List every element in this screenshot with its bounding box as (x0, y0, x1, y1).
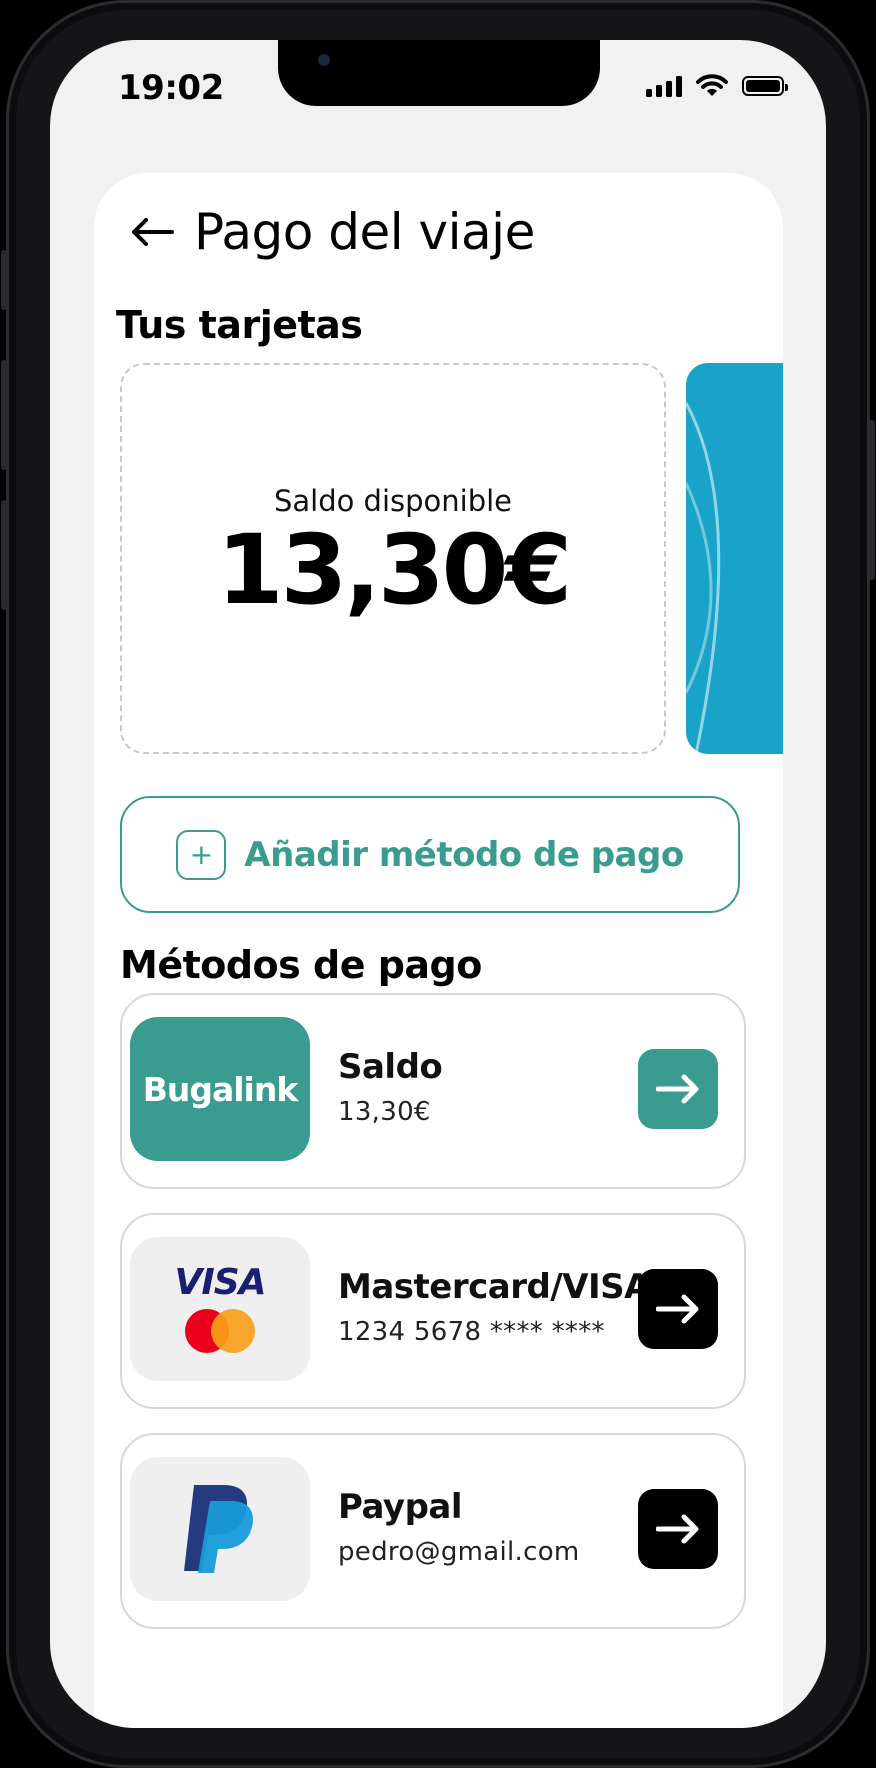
notch (278, 40, 600, 106)
bugalink-logo-text: Bugalink (142, 1069, 299, 1109)
visa-logo-text: VISA (174, 1262, 266, 1303)
method-detail: 1234 5678 **** **** (338, 1317, 605, 1347)
add-payment-method-button[interactable]: + Añadir método de pago (120, 796, 740, 913)
method-detail: 13,30€ (338, 1097, 431, 1127)
cards-section-title: Tus tarjetas (116, 303, 363, 347)
payment-method-saldo[interactable]: Bugalink Saldo 13,30€ (120, 993, 746, 1189)
payment-card: Pago del viaje Tus tarjetas Saldo dispon… (94, 173, 783, 1728)
method-detail: pedro@gmail.com (338, 1537, 580, 1567)
side-button-power (869, 420, 875, 580)
status-icons (646, 74, 788, 98)
side-button-volume-up (1, 360, 7, 470)
plus-icon: + (176, 829, 227, 880)
screen: 19:02 Pago del viaje Tus tarjetas Saldo … (50, 40, 826, 1728)
paypal-logo (130, 1457, 310, 1601)
status-time: 19:02 (118, 68, 224, 108)
methods-section-title: Métodos de pago (120, 943, 482, 987)
wifi-icon (696, 74, 728, 96)
header: Pago del viaje (128, 203, 535, 261)
next-card-peek[interactable] (686, 363, 783, 754)
card-pattern-icon (686, 402, 721, 754)
method-name: Saldo (338, 1047, 443, 1087)
method-name: Paypal (338, 1487, 463, 1527)
balance-amount: 13,30€ (216, 513, 572, 626)
back-arrow-icon[interactable] (128, 208, 176, 256)
method-name: Mastercard/VISA (338, 1267, 650, 1307)
page-title: Pago del viaje (194, 203, 535, 261)
add-payment-method-label: Añadir método de pago (244, 834, 684, 875)
payment-method-paypal[interactable]: Paypal pedro@gmail.com (120, 1433, 746, 1629)
signal-icon (646, 75, 682, 97)
bugalink-logo: Bugalink (130, 1017, 310, 1161)
side-button-mute (1, 250, 7, 310)
camera (318, 54, 330, 66)
mastercard-icon (185, 1309, 255, 1353)
arrow-right-icon[interactable] (638, 1489, 718, 1569)
paypal-icon (184, 1485, 254, 1573)
balance-label: Saldo disponible (273, 483, 513, 518)
side-button-volume-down (1, 500, 7, 610)
arrow-right-icon[interactable] (638, 1269, 718, 1349)
battery-icon (742, 76, 788, 96)
arrow-right-icon[interactable] (638, 1049, 718, 1129)
balance-card[interactable]: Saldo disponible 13,30€ (120, 363, 666, 754)
visa-mastercard-logo: VISA (130, 1237, 310, 1381)
payment-method-card[interactable]: VISA Mastercard/VISA 1234 5678 **** **** (120, 1213, 746, 1409)
